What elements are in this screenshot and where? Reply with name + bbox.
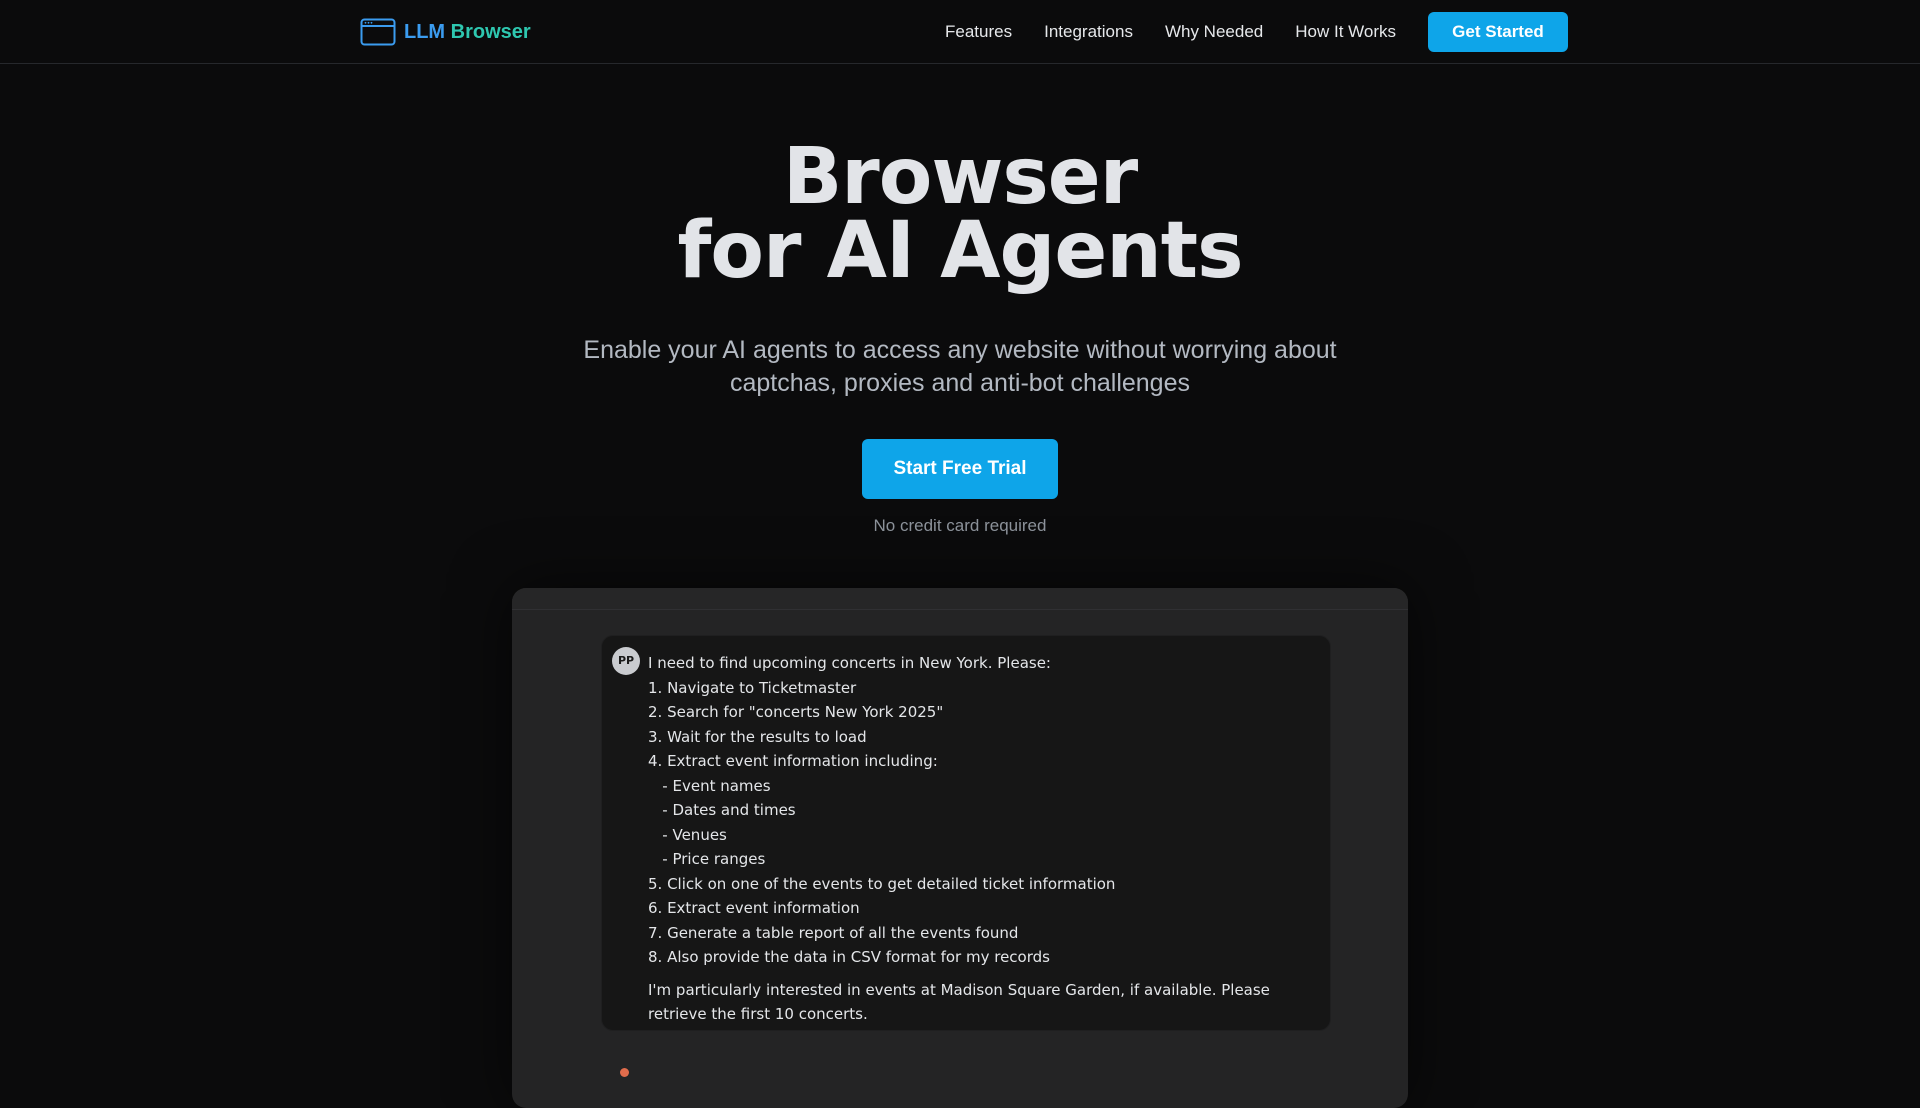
message-line: 4. Extract event information including:	[648, 752, 938, 770]
message-line: 8. Also provide the data in CSV format f…	[648, 948, 1050, 966]
get-started-button[interactable]: Get Started	[1428, 12, 1568, 52]
top-navbar: LLM Browser Features Integrations Why Ne…	[0, 0, 1920, 64]
message-line: 5. Click on one of the events to get det…	[648, 874, 1116, 893]
message-line: - Dates and times	[648, 801, 796, 819]
nav-link-how-it-works[interactable]: How It Works	[1295, 22, 1396, 42]
brand-name: LLM Browser	[404, 21, 531, 44]
message-line: 2. Search for "concerts New York 2025"	[648, 703, 944, 721]
user-avatar: PP	[612, 647, 640, 675]
hero-title-line-2: for AI Agents	[677, 206, 1243, 296]
message-line: - Price ranges	[648, 850, 766, 868]
nav-link-why-needed[interactable]: Why Needed	[1165, 22, 1263, 42]
message-closing-paragraph: I'm particularly interested in events at…	[648, 980, 1270, 1024]
nav-links: Features Integrations Why Needed How It …	[913, 12, 1568, 52]
no-credit-card-note: No credit card required	[873, 516, 1047, 535]
brand-name-browser: Browser	[450, 20, 531, 43]
message-line: - Event names	[648, 776, 771, 795]
browser-window-icon	[360, 18, 396, 46]
message-line: 1. Navigate to Ticketmaster	[648, 678, 857, 697]
brand-logo-link[interactable]: LLM Browser	[360, 18, 531, 46]
nav-link-features[interactable]: Features	[945, 22, 1012, 42]
status-indicator-dot	[620, 1068, 629, 1077]
message-line: I need to find upcoming concerts in New …	[648, 654, 1051, 672]
navbar-inner: LLM Browser Features Integrations Why Ne…	[360, 0, 1568, 64]
brand-name-llm: LLM	[404, 20, 446, 43]
hero-title: Browser for AI Agents	[0, 138, 1920, 290]
message-line: 7. Generate a table report of all the ev…	[648, 923, 1019, 942]
message-line: - Venues	[648, 825, 727, 844]
start-free-trial-button[interactable]: Start Free Trial	[862, 439, 1058, 499]
demo-window-topbar	[512, 588, 1408, 610]
hero-section: Browser for AI Agents Enable your AI age…	[0, 64, 1920, 536]
demo-chat-window: PP I need to find upcoming concerts in N…	[512, 588, 1408, 1108]
nav-link-integrations[interactable]: Integrations	[1044, 22, 1133, 42]
message-line: 3. Wait for the results to load	[648, 727, 867, 746]
user-message-text: I need to find upcoming concerts in New …	[648, 651, 1318, 1027]
hero-subtitle: Enable your AI agents to access any webs…	[583, 336, 1337, 397]
user-message-bubble: PP I need to find upcoming concerts in N…	[601, 635, 1331, 1031]
message-line: 6. Extract event information	[648, 899, 860, 917]
